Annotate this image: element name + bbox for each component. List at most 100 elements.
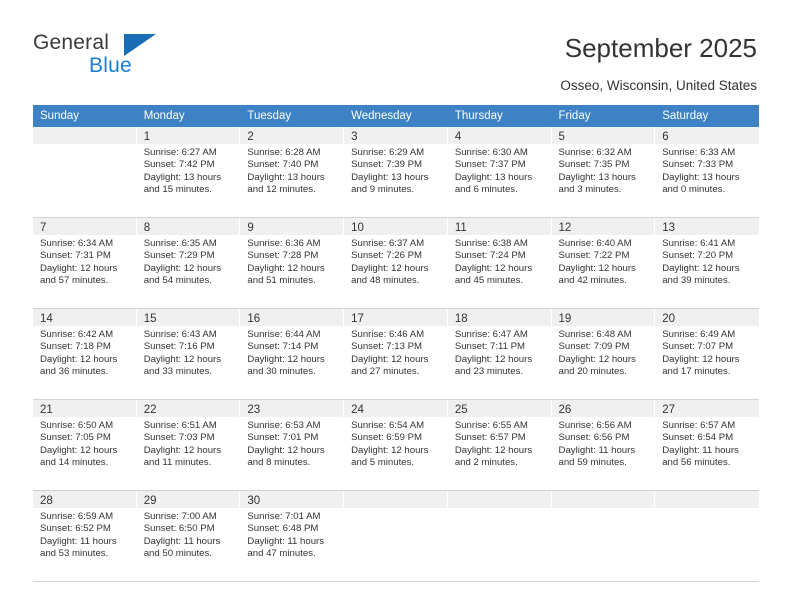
calendar-week-row: 7 Sunrise: 6:34 AM Sunset: 7:31 PM Dayli… xyxy=(33,218,759,309)
daylight-text-line2: and 50 minutes. xyxy=(143,547,212,559)
day-cell[interactable]: 5 Sunrise: 6:32 AM Sunset: 7:35 PM Dayli… xyxy=(551,127,656,217)
page-subtitle-location: Osseo, Wisconsin, United States xyxy=(560,78,757,93)
day-cell[interactable]: 7 Sunrise: 6:34 AM Sunset: 7:31 PM Dayli… xyxy=(33,218,137,308)
day-number-band: 24 xyxy=(344,400,447,417)
daylight-text-line2: and 12 minutes. xyxy=(247,183,316,195)
day-number-band xyxy=(551,491,655,508)
day-cell[interactable]: 22 Sunrise: 6:51 AM Sunset: 7:03 PM Dayl… xyxy=(136,400,241,490)
sunset-text: Sunset: 7:40 PM xyxy=(247,159,319,171)
day-cell[interactable]: 9 Sunrise: 6:36 AM Sunset: 7:28 PM Dayli… xyxy=(240,218,345,308)
day-number-band: 28 xyxy=(33,491,136,508)
sunset-text: Sunset: 7:14 PM xyxy=(247,341,319,353)
day-cell[interactable]: 24 Sunrise: 6:54 AM Sunset: 6:59 PM Dayl… xyxy=(344,400,448,490)
day-number: 12 xyxy=(558,222,572,234)
day-cell[interactable]: 30 Sunrise: 7:01 AM Sunset: 6:48 PM Dayl… xyxy=(240,491,345,581)
sunrise-text: Sunrise: 6:35 AM xyxy=(143,238,217,249)
daylight-text-line2: and 33 minutes. xyxy=(143,365,212,377)
day-number-band: 13 xyxy=(655,218,759,235)
day-number-band: 5 xyxy=(551,127,655,144)
day-cell[interactable]: 26 Sunrise: 6:56 AM Sunset: 6:56 PM Dayl… xyxy=(551,400,656,490)
day-number-band: 23 xyxy=(240,400,344,417)
day-number: 11 xyxy=(454,222,467,234)
daylight-text-line2: and 3 minutes. xyxy=(558,183,622,195)
daylight-text-line1: Daylight: 12 hours xyxy=(662,353,740,365)
daylight-text-line2: and 23 minutes. xyxy=(454,365,524,377)
daylight-text-line2: and 30 minutes. xyxy=(247,365,316,377)
sunrise-text: Sunrise: 6:41 AM xyxy=(662,238,736,249)
day-number: 18 xyxy=(454,313,468,325)
day-cell[interactable]: 14 Sunrise: 6:42 AM Sunset: 7:18 PM Dayl… xyxy=(33,309,137,399)
day-number: 30 xyxy=(247,495,261,507)
sunset-text: Sunset: 7:03 PM xyxy=(143,432,215,444)
day-details: Sunrise: 6:40 AM Sunset: 7:22 PM Dayligh… xyxy=(552,235,655,287)
calendar-week-row: 1 Sunrise: 6:27 AM Sunset: 7:42 PM Dayli… xyxy=(33,127,759,218)
day-cell[interactable]: 16 Sunrise: 6:44 AM Sunset: 7:14 PM Dayl… xyxy=(240,309,345,399)
day-cell[interactable]: 17 Sunrise: 6:46 AM Sunset: 7:13 PM Dayl… xyxy=(344,309,448,399)
daylight-text-line1: Daylight: 12 hours xyxy=(247,262,325,274)
day-cell[interactable]: 3 Sunrise: 6:29 AM Sunset: 7:39 PM Dayli… xyxy=(344,127,448,217)
sunrise-text: Sunrise: 6:44 AM xyxy=(247,329,321,340)
sunrise-text: Sunrise: 6:47 AM xyxy=(454,329,528,340)
daylight-text-line2: and 5 minutes. xyxy=(351,456,415,468)
sunset-text: Sunset: 6:54 PM xyxy=(662,432,734,444)
day-details: Sunrise: 6:47 AM Sunset: 7:11 PM Dayligh… xyxy=(448,326,551,378)
day-details xyxy=(655,508,759,511)
day-cell[interactable]: 25 Sunrise: 6:55 AM Sunset: 6:57 PM Dayl… xyxy=(447,400,552,490)
day-number: 29 xyxy=(143,495,157,507)
day-details: Sunrise: 6:56 AM Sunset: 6:56 PM Dayligh… xyxy=(552,417,655,469)
day-cell[interactable]: 12 Sunrise: 6:40 AM Sunset: 7:22 PM Dayl… xyxy=(551,218,656,308)
day-cell[interactable]: 29 Sunrise: 7:00 AM Sunset: 6:50 PM Dayl… xyxy=(136,491,241,581)
daylight-text-line1: Daylight: 12 hours xyxy=(143,444,222,456)
day-number: 24 xyxy=(351,404,364,416)
day-cell[interactable]: 18 Sunrise: 6:47 AM Sunset: 7:11 PM Dayl… xyxy=(447,309,552,399)
day-number-band: 2 xyxy=(240,127,344,144)
day-number: 1 xyxy=(143,131,151,143)
day-cell[interactable]: 10 Sunrise: 6:37 AM Sunset: 7:26 PM Dayl… xyxy=(344,218,448,308)
sunrise-text: Sunrise: 7:00 AM xyxy=(143,511,217,522)
day-cell[interactable]: 19 Sunrise: 6:48 AM Sunset: 7:09 PM Dayl… xyxy=(551,309,656,399)
daylight-text-line1: Daylight: 12 hours xyxy=(40,444,118,456)
general-blue-logo[interactable]: General Blue xyxy=(33,31,213,83)
day-cell[interactable]: 4 Sunrise: 6:30 AM Sunset: 7:37 PM Dayli… xyxy=(447,127,552,217)
daylight-text-line2: and 42 minutes. xyxy=(558,274,627,286)
day-number-band: 27 xyxy=(655,400,759,417)
day-number: 21 xyxy=(40,404,53,416)
daylight-text-line1: Daylight: 13 hours xyxy=(454,171,533,183)
day-cell[interactable]: 6 Sunrise: 6:33 AM Sunset: 7:33 PM Dayli… xyxy=(655,127,759,217)
daylight-text-line1: Daylight: 12 hours xyxy=(143,353,222,365)
daylight-text-line1: Daylight: 12 hours xyxy=(247,353,325,365)
day-cell[interactable]: 27 Sunrise: 6:57 AM Sunset: 6:54 PM Dayl… xyxy=(655,400,759,490)
day-details: Sunrise: 6:38 AM Sunset: 7:24 PM Dayligh… xyxy=(448,235,551,287)
day-cell[interactable]: 23 Sunrise: 6:53 AM Sunset: 7:01 PM Dayl… xyxy=(240,400,345,490)
day-cell[interactable]: 15 Sunrise: 6:43 AM Sunset: 7:16 PM Dayl… xyxy=(136,309,241,399)
daylight-text-line2: and 56 minutes. xyxy=(662,456,731,468)
sunset-text: Sunset: 6:57 PM xyxy=(454,432,526,444)
day-cell[interactable]: 13 Sunrise: 6:41 AM Sunset: 7:20 PM Dayl… xyxy=(655,218,759,308)
sunset-text: Sunset: 7:24 PM xyxy=(454,250,526,262)
day-details: Sunrise: 6:46 AM Sunset: 7:13 PM Dayligh… xyxy=(344,326,447,378)
day-cell[interactable]: 28 Sunrise: 6:59 AM Sunset: 6:52 PM Dayl… xyxy=(33,491,137,581)
day-cell[interactable]: 8 Sunrise: 6:35 AM Sunset: 7:29 PM Dayli… xyxy=(136,218,241,308)
day-details xyxy=(33,144,136,147)
sunset-text: Sunset: 7:31 PM xyxy=(40,250,111,262)
day-cell[interactable]: 11 Sunrise: 6:38 AM Sunset: 7:24 PM Dayl… xyxy=(447,218,552,308)
daylight-text-line1: Daylight: 13 hours xyxy=(247,171,325,183)
daylight-text-line2: and 54 minutes. xyxy=(143,274,212,286)
day-cell[interactable]: 21 Sunrise: 6:50 AM Sunset: 7:05 PM Dayl… xyxy=(33,400,137,490)
day-cell[interactable]: 20 Sunrise: 6:49 AM Sunset: 7:07 PM Dayl… xyxy=(655,309,759,399)
sunrise-text: Sunrise: 6:51 AM xyxy=(143,420,217,431)
daylight-text-line2: and 9 minutes. xyxy=(351,183,415,195)
day-number-band: 15 xyxy=(136,309,240,326)
calendar-weekday-header-row: Sunday Monday Tuesday Wednesday Thursday… xyxy=(33,105,759,127)
day-cell[interactable]: 1 Sunrise: 6:27 AM Sunset: 7:42 PM Dayli… xyxy=(136,127,241,217)
daylight-text-line2: and 14 minutes. xyxy=(40,456,109,468)
sunset-text: Sunset: 7:33 PM xyxy=(662,159,734,171)
day-details: Sunrise: 6:32 AM Sunset: 7:35 PM Dayligh… xyxy=(552,144,655,196)
sunrise-text: Sunrise: 6:42 AM xyxy=(40,329,114,340)
sunset-text: Sunset: 6:52 PM xyxy=(40,523,111,535)
daylight-text-line1: Daylight: 12 hours xyxy=(351,262,429,274)
day-number: 10 xyxy=(351,222,364,234)
sunrise-text: Sunrise: 6:37 AM xyxy=(351,238,425,249)
daylight-text-line1: Daylight: 12 hours xyxy=(558,262,636,274)
day-cell[interactable]: 2 Sunrise: 6:28 AM Sunset: 7:40 PM Dayli… xyxy=(240,127,345,217)
